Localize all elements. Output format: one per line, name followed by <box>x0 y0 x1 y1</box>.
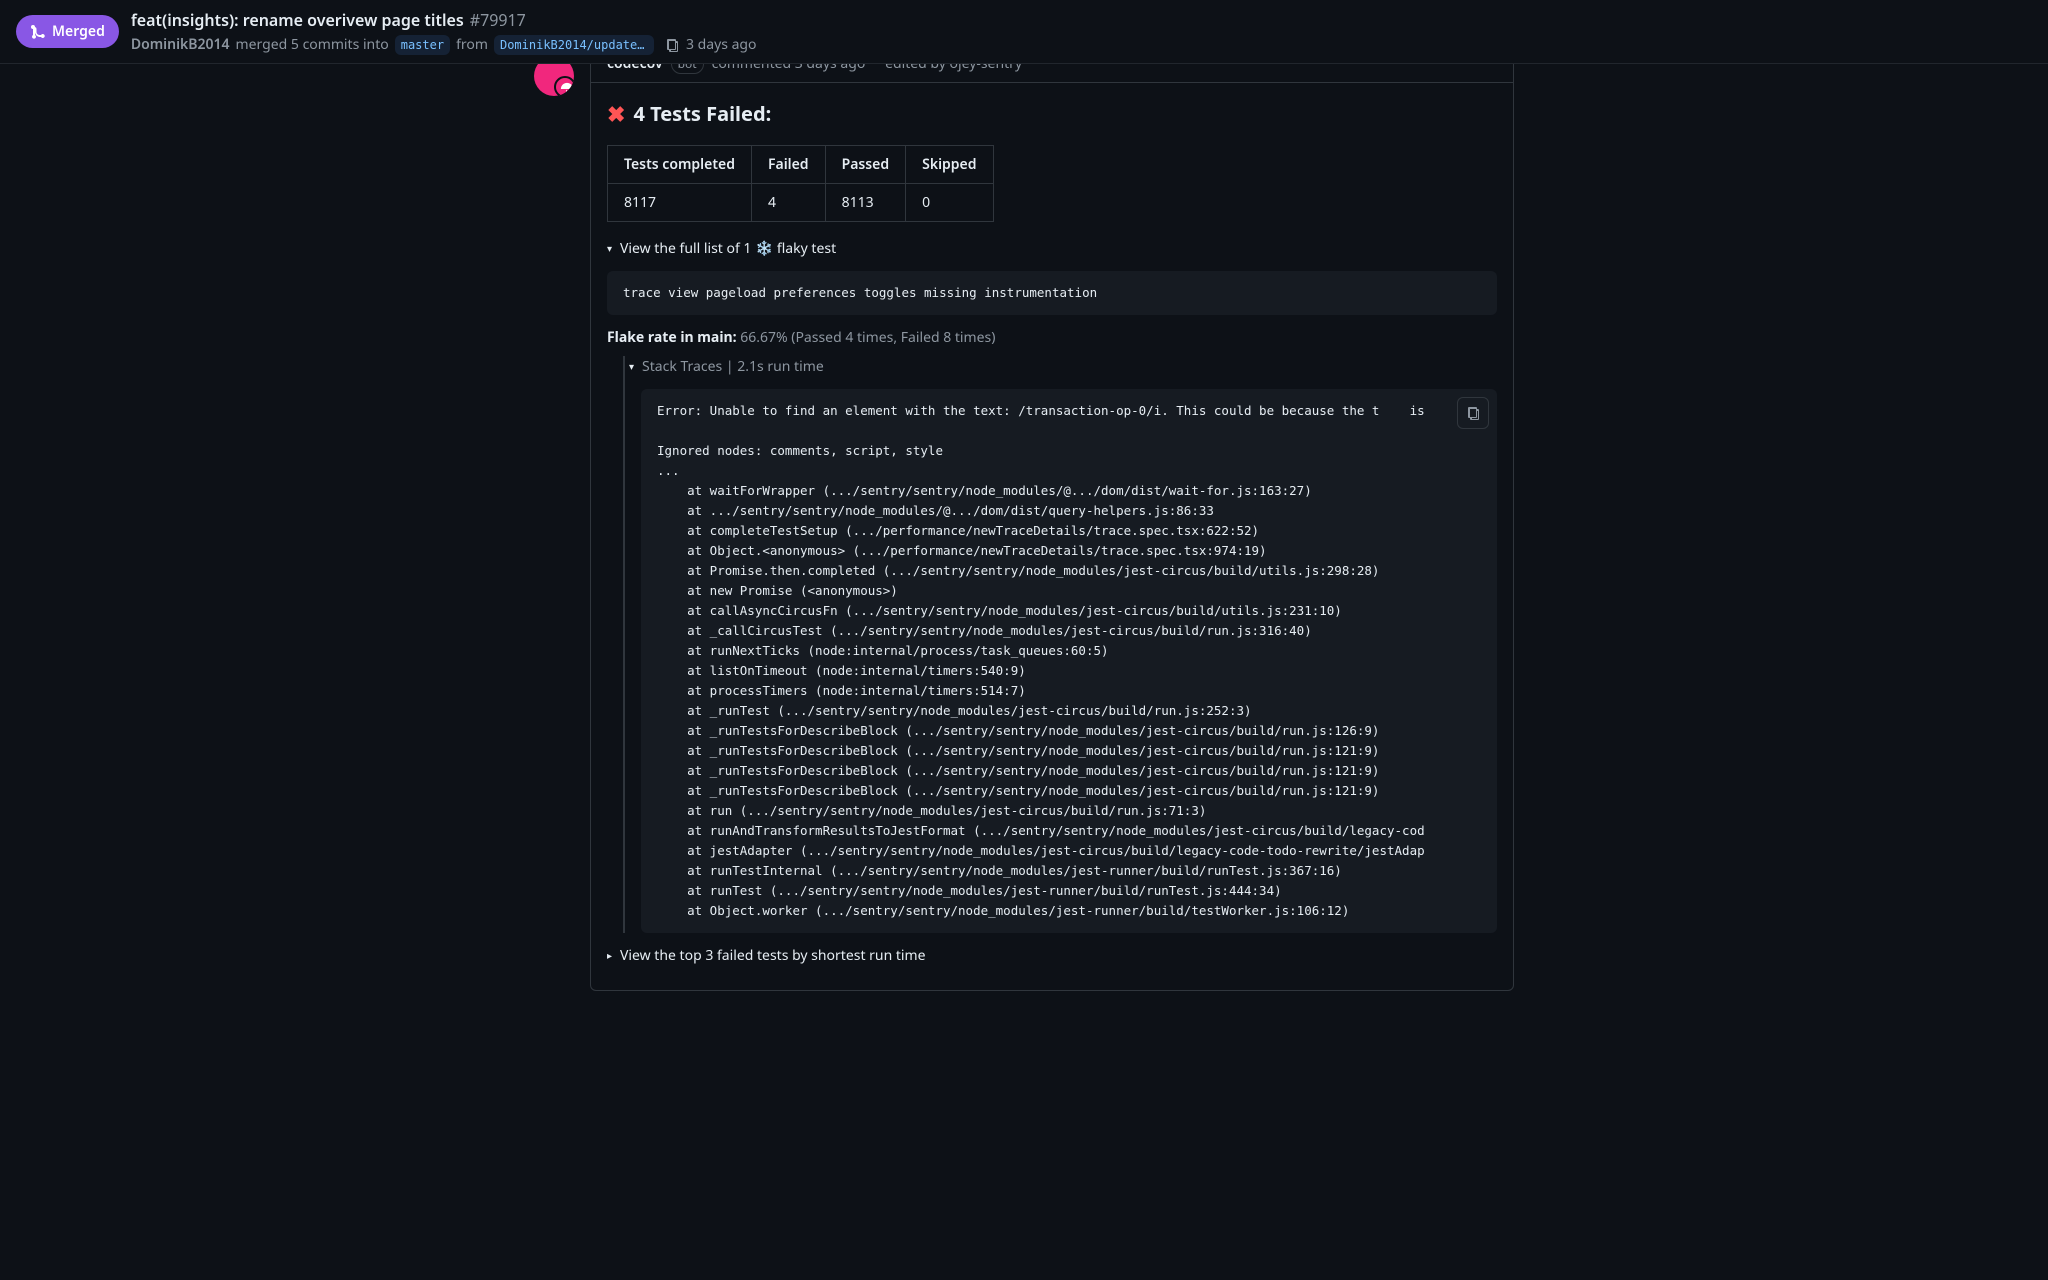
umbrella-icon <box>560 82 574 96</box>
pr-number: #79917 <box>470 8 526 32</box>
flaky-tests-details[interactable]: View the full list of 1 ❄️ flaky test tr… <box>607 238 1497 933</box>
flaky-tests-summary[interactable]: View the full list of 1 ❄️ flaky test <box>607 238 1497 259</box>
pr-meta-line: DominikB2014 merged 5 commits into maste… <box>131 34 757 55</box>
comment-container: codecov bot commented 3 days ago · edite… <box>590 44 1514 991</box>
flaky-test-name: trace view pageload preferences toggles … <box>607 271 1497 315</box>
cell-completed: 8117 <box>608 184 752 222</box>
cell-skipped: 0 <box>906 184 993 222</box>
col-failed: Failed <box>751 146 825 184</box>
pr-title: feat(insights): rename overivew page tit… <box>131 8 464 32</box>
base-branch[interactable]: master <box>395 35 450 55</box>
pr-sticky-header: Merged feat(insights): rename overivew p… <box>0 0 2048 64</box>
stack-trace-details[interactable]: Stack Traces | 2.1s run time Error: Unab… <box>623 356 1497 933</box>
comment-body: ✖ 4 Tests Failed: Tests completed Failed… <box>591 83 1513 990</box>
pr-state-badge: Merged <box>16 15 119 48</box>
col-completed: Tests completed <box>608 146 752 184</box>
table-row: 8117 4 8113 0 <box>608 184 994 222</box>
tests-failed-heading: ✖ 4 Tests Failed: <box>607 99 1497 129</box>
cell-failed: 4 <box>751 184 825 222</box>
pr-title-line[interactable]: feat(insights): rename overivew page tit… <box>131 8 757 32</box>
flake-rate: Flake rate in main: 66.67% (Passed 4 tim… <box>607 327 1497 348</box>
git-merge-icon <box>30 24 46 40</box>
from-text: from <box>456 34 488 55</box>
stack-trace-code: Error: Unable to find an element with th… <box>641 389 1497 933</box>
stack-trace-summary[interactable]: Stack Traces | 2.1s run time <box>625 356 1497 377</box>
tests-summary-table: Tests completed Failed Passed Skipped 81… <box>607 145 994 222</box>
cell-passed: 8113 <box>825 184 906 222</box>
merged-commits-text: merged 5 commits into <box>236 34 389 55</box>
col-passed: Passed <box>825 146 906 184</box>
copy-branch-icon[interactable] <box>664 37 680 53</box>
pr-state-label: Merged <box>52 21 105 42</box>
head-branch[interactable]: DominikB2014/update-ove… <box>494 35 654 55</box>
top-failed-summary[interactable]: View the top 3 failed tests by shortest … <box>607 945 1497 966</box>
col-skipped: Skipped <box>906 146 993 184</box>
top-failed-details[interactable]: View the top 3 failed tests by shortest … <box>607 945 1497 966</box>
x-icon: ✖ <box>607 103 625 125</box>
table-header-row: Tests completed Failed Passed Skipped <box>608 146 994 184</box>
copy-stack-button[interactable] <box>1457 397 1489 429</box>
pr-author-link[interactable]: DominikB2014 <box>131 34 230 55</box>
snowflake-icon: ❄️ <box>755 238 772 259</box>
merged-time: 3 days ago <box>686 34 757 55</box>
